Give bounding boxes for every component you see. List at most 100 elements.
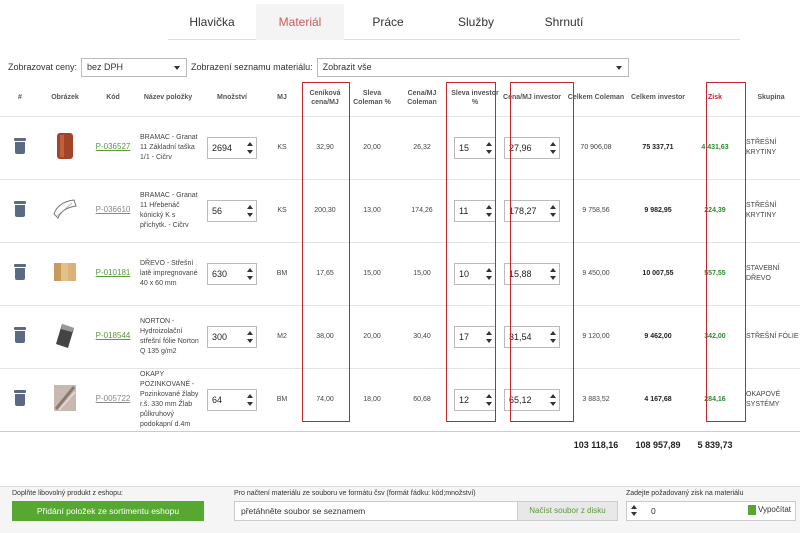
arrow-up-icon[interactable] [486,141,492,146]
profit: 4 431,63 [688,115,742,179]
trash-icon[interactable] [13,263,27,280]
price-investor-stepper[interactable]: 65,12 [504,388,560,411]
discount-investor-value: 10 [459,268,470,279]
arrow-up-icon[interactable] [247,393,253,398]
quantity-value: 300 [212,331,228,342]
calculate-button[interactable]: Vypočítat [747,505,791,515]
total-investor: 10 007,55 [628,241,688,305]
arrow-up-icon[interactable] [486,330,492,335]
tab-shrnuti[interactable]: Shrnutí [520,4,608,40]
tab-prace[interactable]: Práce [344,4,432,40]
calculate-label: Vypočítat [757,505,791,515]
total-investor: 75 337,71 [628,115,688,179]
arrow-down-icon[interactable] [550,338,556,343]
add-products-button[interactable]: Přidání položek ze sortimentu eshopu [12,501,204,521]
quantity-stepper[interactable]: 300 [207,325,257,348]
delete-button[interactable] [0,304,40,368]
col-price-coleman: Cena/MJ Coleman [407,89,437,106]
quantity-stepper[interactable]: 2694 [207,136,257,159]
filter-bar: Zobrazovat ceny: bez DPH Zobrazení sezna… [8,57,629,77]
arrow-down-icon[interactable] [550,212,556,217]
arrow-up-icon[interactable] [247,330,253,335]
arrow-down-icon[interactable] [486,401,492,406]
price-investor-value: 15,88 [509,268,532,279]
arrow-up-icon[interactable] [550,330,556,335]
arrow-up-icon[interactable] [247,204,253,209]
price-coleman: 30,40 [394,304,450,368]
tab-material[interactable]: Materiál [256,4,344,40]
total-coleman: 9 758,56 [564,178,628,242]
arrow-up-icon[interactable] [631,505,637,509]
discount-investor-stepper[interactable]: 10 [454,262,496,285]
arrow-up-icon[interactable] [550,267,556,272]
arrow-up-icon[interactable] [486,393,492,398]
load-file-button[interactable]: Načíst soubor z disku [517,502,617,520]
arrow-down-icon[interactable] [486,149,492,154]
arrow-down-icon[interactable] [631,512,637,516]
quantity-stepper[interactable]: 56 [207,199,257,222]
discount-coleman: 13,00 [350,178,394,242]
total-coleman: 9 120,00 [564,304,628,368]
arrow-down-icon[interactable] [247,275,253,280]
arrow-down-icon[interactable] [550,401,556,406]
product-group: STŘEŠNÍ KRYTINY [742,115,800,179]
profit-stepper[interactable] [631,505,637,516]
product-code-link[interactable]: P-018544 [96,331,131,340]
profit: 224,39 [688,178,742,242]
delete-button[interactable] [0,178,40,242]
discount-investor-stepper[interactable]: 12 [454,388,496,411]
arrow-up-icon[interactable] [486,204,492,209]
discount-investor-stepper[interactable]: 11 [454,199,496,222]
arrow-down-icon[interactable] [550,275,556,280]
chevron-down-icon [615,65,622,70]
trash-icon[interactable] [13,137,27,154]
price-investor-stepper[interactable]: 31,54 [504,325,560,348]
tab-hlavicka[interactable]: Hlavička [168,4,256,40]
product-code-link[interactable]: P-036610 [96,205,131,214]
product-image [40,241,90,305]
delete-button[interactable] [0,367,40,431]
arrow-up-icon[interactable] [550,393,556,398]
arrow-down-icon[interactable] [550,149,556,154]
profit-input[interactable]: 0 Vypočítat [626,501,796,521]
discount-investor-stepper[interactable]: 15 [454,136,496,159]
total-coleman: 3 883,52 [564,367,628,431]
arrow-down-icon[interactable] [247,149,253,154]
price-investor-stepper[interactable]: 27,96 [504,136,560,159]
col-disc-investor: Sleva investor % [451,89,499,106]
quantity-stepper[interactable]: 630 [207,262,257,285]
arrow-down-icon[interactable] [486,212,492,217]
discount-investor-stepper[interactable]: 17 [454,325,496,348]
arrow-down-icon[interactable] [486,275,492,280]
arrow-up-icon[interactable] [247,141,253,146]
arrow-up-icon[interactable] [247,267,253,272]
arrow-down-icon[interactable] [247,401,253,406]
quantity-value: 64 [212,394,223,405]
arrow-down-icon[interactable] [247,338,253,343]
price-select[interactable]: bez DPH [81,57,188,77]
col-image: Obrázek [51,94,79,102]
total-coleman: 103 118,16 [564,430,628,459]
col-total-investor: Celkem investor [630,94,686,102]
arrow-up-icon[interactable] [550,204,556,209]
arrow-down-icon[interactable] [486,338,492,343]
arrow-up-icon[interactable] [486,267,492,272]
arrow-down-icon[interactable] [247,212,253,217]
delete-button[interactable] [0,115,40,179]
product-code-link[interactable]: P-010181 [96,268,131,277]
list-select[interactable]: Zobrazit vše [316,57,629,77]
product-code-link[interactable]: P-005722 [96,394,131,403]
product-group: OKAPOVÉ SYSTÉMY [742,367,800,431]
tab-sluzby[interactable]: Služby [432,4,520,40]
price-investor-stepper[interactable]: 15,88 [504,262,560,285]
trash-icon[interactable] [13,389,27,406]
quantity-stepper[interactable]: 64 [207,388,257,411]
product-code-link[interactable]: P-036527 [96,142,131,151]
price-investor-stepper[interactable]: 178,27 [504,199,560,222]
arrow-up-icon[interactable] [550,141,556,146]
trash-icon[interactable] [13,200,27,217]
delete-button[interactable] [0,241,40,305]
product-image [40,115,90,179]
trash-icon[interactable] [13,326,27,343]
file-drop-input[interactable]: přetáhněte soubor se seznamem Načíst sou… [234,501,618,521]
